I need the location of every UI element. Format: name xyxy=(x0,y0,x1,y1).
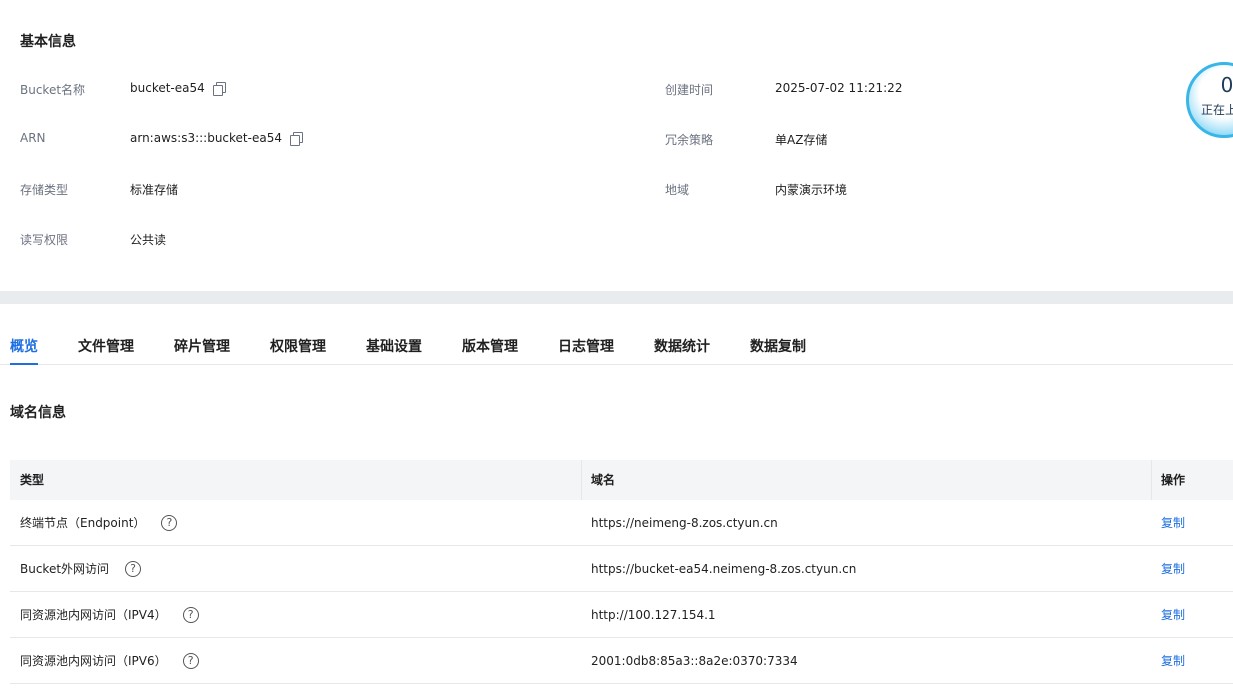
column-header-action: 操作 xyxy=(1161,473,1186,487)
arn-label: ARN xyxy=(20,131,46,145)
tab-file-management[interactable]: 文件管理 xyxy=(78,336,134,356)
row-type: Bucket外网访问 ? xyxy=(20,546,142,592)
row-type-text: Bucket外网访问 xyxy=(20,562,110,576)
domain-table: 类型 域名 操作 终端节点（Endpoint） ? https://neimen… xyxy=(10,460,1233,684)
created-time-value: 2025-07-02 11:21:22 xyxy=(775,81,903,95)
basic-info-panel: 基本信息 Bucket名称 bucket-ea54 ARN arn:aws:s3… xyxy=(0,0,1233,291)
row-type: 同资源池内网访问（IPV4） ? xyxy=(20,592,199,638)
arn-value: arn:aws:s3:::bucket-ea54 xyxy=(130,131,303,146)
copy-link[interactable]: 复制 xyxy=(1161,500,1185,546)
column-divider xyxy=(581,460,582,500)
table-row: Bucket外网访问 ? https://bucket-ea54.neimeng… xyxy=(10,546,1233,592)
redundancy-value: 单AZ存储 xyxy=(775,133,828,147)
row-type: 终端节点（Endpoint） ? xyxy=(20,500,178,546)
copy-link[interactable]: 复制 xyxy=(1161,546,1185,592)
row-domain: https://bucket-ea54.neimeng-8.zos.ctyun.… xyxy=(591,562,857,576)
tab-overview[interactable]: 概览 xyxy=(10,336,38,365)
row-domain: 2001:0db8:85a3::8a2e:0370:7334 xyxy=(591,654,798,668)
copy-icon[interactable] xyxy=(289,132,303,146)
table-row: 同资源池内网访问（IPV6） ? 2001:0db8:85a3::8a2e:03… xyxy=(10,638,1233,684)
upload-count: 0 xyxy=(1220,73,1233,97)
copy-icon[interactable] xyxy=(212,82,226,96)
row-type-text: 同资源池内网访问（IPV6） xyxy=(20,654,167,668)
help-icon[interactable]: ? xyxy=(125,561,142,577)
row-domain: https://neimeng-8.zos.ctyun.cn xyxy=(591,516,778,530)
bucket-name-value: bucket-ea54 xyxy=(130,81,226,96)
row-type: 同资源池内网访问（IPV6） ? xyxy=(20,638,199,684)
tab-fragment-management[interactable]: 碎片管理 xyxy=(174,336,230,356)
arn-text: arn:aws:s3:::bucket-ea54 xyxy=(130,131,282,145)
redundancy-label: 冗余策略 xyxy=(665,133,714,147)
region-value: 内蒙演示环境 xyxy=(775,183,848,197)
domain-info-title: 域名信息 xyxy=(10,405,66,421)
row-type-text: 同资源池内网访问（IPV4） xyxy=(20,608,167,622)
section-divider xyxy=(0,291,1233,304)
basic-info-title: 基本信息 xyxy=(20,34,76,50)
column-divider xyxy=(1151,460,1152,500)
table-header: 类型 域名 操作 xyxy=(10,460,1233,500)
upload-label: 正在上 xyxy=(1201,103,1233,117)
tab-version-management[interactable]: 版本管理 xyxy=(462,336,518,356)
rw-permission-label: 读写权限 xyxy=(20,233,69,247)
copy-link[interactable]: 复制 xyxy=(1161,592,1185,638)
copy-link[interactable]: 复制 xyxy=(1161,638,1185,684)
table-row: 同资源池内网访问（IPV4） ? http://100.127.154.1 复制 xyxy=(10,592,1233,638)
tab-data-replication[interactable]: 数据复制 xyxy=(750,336,806,356)
table-row: 终端节点（Endpoint） ? https://neimeng-8.zos.c… xyxy=(10,500,1233,546)
rw-permission-value: 公共读 xyxy=(130,233,167,247)
created-time-label: 创建时间 xyxy=(665,83,714,97)
row-type-text: 终端节点（Endpoint） xyxy=(20,516,146,530)
help-icon[interactable]: ? xyxy=(182,607,199,623)
bucket-name-text: bucket-ea54 xyxy=(130,81,205,95)
storage-type-value: 标准存储 xyxy=(130,183,179,197)
help-icon[interactable]: ? xyxy=(182,653,199,669)
tab-basic-settings[interactable]: 基础设置 xyxy=(366,336,422,356)
row-domain: http://100.127.154.1 xyxy=(591,608,716,622)
column-header-domain: 域名 xyxy=(591,473,616,487)
tab-bar: 概览 文件管理 碎片管理 权限管理 基础设置 版本管理 日志管理 数据统计 数据… xyxy=(0,304,1233,365)
region-label: 地域 xyxy=(665,183,690,197)
tab-data-statistics[interactable]: 数据统计 xyxy=(654,336,710,356)
storage-type-label: 存储类型 xyxy=(20,183,69,197)
help-icon[interactable]: ? xyxy=(161,515,178,531)
tab-permission-management[interactable]: 权限管理 xyxy=(270,336,326,356)
bucket-name-label: Bucket名称 xyxy=(20,83,86,97)
column-header-type: 类型 xyxy=(20,473,45,487)
tab-log-management[interactable]: 日志管理 xyxy=(558,336,614,356)
